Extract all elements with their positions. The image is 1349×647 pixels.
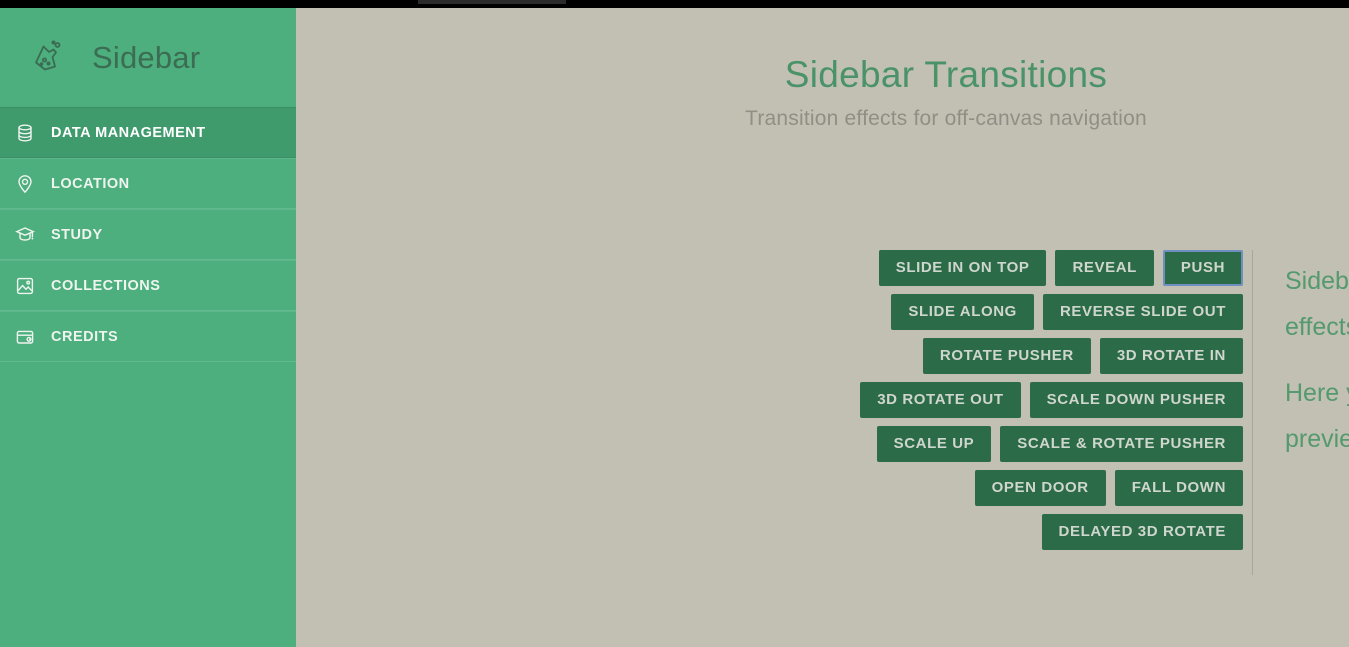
effect-button-scale-and-rotate-pusher[interactable]: Scale & rotate pusher: [1000, 426, 1243, 462]
description-paragraph-1: Sidebar is a collection of off-canvas na…: [1285, 267, 1349, 341]
effect-button-3d-rotate-in[interactable]: 3D rotate in: [1099, 338, 1243, 374]
effect-button-row: Slide in on top Reveal Push: [296, 250, 1243, 286]
sidebar-item-study[interactable]: Study: [0, 209, 296, 260]
description-column: Sidebar is a collection of off-canvas na…: [1253, 250, 1349, 462]
effect-button-row: 3D rotate out Scale down pusher: [296, 382, 1243, 418]
effect-button-row: Slide along Reverse slide out: [296, 294, 1243, 330]
sidebar-item-label: Study: [51, 226, 103, 243]
effect-button-open-door[interactable]: Open door: [974, 470, 1106, 506]
effect-button-reverse-slide-out[interactable]: Reverse slide out: [1042, 294, 1243, 330]
sidebar-item-data-management[interactable]: Data Management: [0, 107, 296, 158]
wallet-icon: [14, 326, 36, 348]
browser-chrome-strip: [0, 0, 1349, 8]
flask-icon: [20, 33, 70, 83]
effect-button-slide-in-on-top[interactable]: Slide in on top: [878, 250, 1047, 286]
effect-button-grid: Slide in on top Reveal Push Slide along …: [296, 250, 1248, 558]
page-title: Sidebar Transitions: [784, 54, 1108, 95]
page-canvas: Sidebar Transitions Transition effects f…: [296, 8, 1349, 647]
sidebar-item-credits[interactable]: Credits: [0, 311, 296, 362]
effect-button-slide-along[interactable]: Slide along: [891, 294, 1034, 330]
sidebar-item-label: Location: [51, 175, 130, 192]
sidebar-item-label: Data Management: [51, 124, 206, 141]
sidebar-header: Sidebar: [0, 8, 296, 107]
chrome-strip-segment: [418, 0, 566, 4]
page-subtitle: Transition effects for off-canvas naviga…: [745, 106, 1147, 130]
effect-button-push[interactable]: Push: [1162, 250, 1243, 286]
effect-button-rotate-pusher[interactable]: Rotate pusher: [922, 338, 1091, 374]
sidebar-item-label: Credits: [51, 328, 119, 345]
page-header: Sidebar Transitions Transition effects f…: [296, 54, 1349, 131]
effect-button-reveal[interactable]: Reveal: [1055, 250, 1154, 286]
effect-button-row: Rotate pusher 3D rotate in: [296, 338, 1243, 374]
effect-button-row: Delayed 3D rotate: [296, 514, 1243, 550]
effect-button-delayed-3d-rotate[interactable]: Delayed 3D rotate: [1041, 514, 1243, 550]
main-content: Sidebar Transitions Transition effects f…: [296, 8, 1349, 647]
database-icon: [14, 122, 36, 144]
sidebar: Sidebar Data Management Location: [0, 8, 296, 647]
image-gallery-icon: [14, 275, 36, 297]
effect-button-row: Scale up Scale & rotate pusher: [296, 426, 1243, 462]
sidebar-item-location[interactable]: Location: [0, 158, 296, 209]
effect-button-3d-rotate-out[interactable]: 3D rotate out: [860, 382, 1021, 418]
effect-button-scale-down-pusher[interactable]: Scale down pusher: [1029, 382, 1243, 418]
sidebar-brand-label: Sidebar: [92, 39, 201, 75]
location-pin-icon: [14, 173, 36, 195]
description-paragraph-2: Here you can click any of the buttons sh…: [1285, 379, 1349, 453]
sidebar-item-label: Collections: [51, 277, 161, 294]
effect-button-scale-up[interactable]: Scale up: [876, 426, 992, 462]
sidebar-item-collections[interactable]: Collections: [0, 260, 296, 311]
content-columns: Slide in on top Reveal Push Slide along …: [296, 250, 1349, 575]
effect-button-fall-down[interactable]: Fall down: [1114, 470, 1243, 506]
graduation-cap-icon: [14, 224, 36, 246]
effect-button-row: Open door Fall down: [296, 470, 1243, 506]
sidebar-nav: Data Management Location Study: [0, 107, 296, 362]
